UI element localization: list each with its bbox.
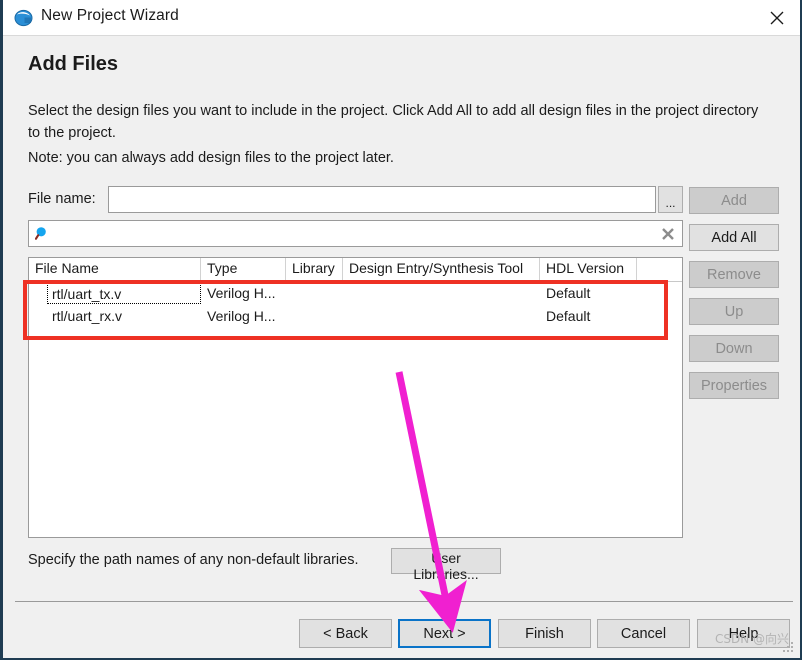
- add-all-button[interactable]: Add All: [689, 224, 779, 251]
- cell-hdl-version: Default: [546, 308, 591, 324]
- resize-grip-icon[interactable]: [783, 641, 795, 653]
- table-row[interactable]: rtl/uart_rx.v Verilog H... Default: [29, 305, 682, 328]
- clear-icon[interactable]: [659, 225, 677, 243]
- properties-button[interactable]: Properties: [689, 372, 779, 399]
- next-button[interactable]: Next >: [398, 619, 491, 648]
- down-button[interactable]: Down: [689, 335, 779, 362]
- user-libraries-label: Specify the path names of any non-defaul…: [28, 552, 359, 568]
- cell-file-name[interactable]: rtl/uart_rx.v: [29, 306, 201, 327]
- file-name-input[interactable]: [108, 186, 656, 213]
- window-title: New Project Wizard: [41, 7, 179, 24]
- footer-separator: [15, 601, 793, 602]
- column-header-design-entry[interactable]: Design Entry/Synthesis Tool: [343, 258, 540, 281]
- cancel-button[interactable]: Cancel: [597, 619, 690, 648]
- browse-button[interactable]: ...: [658, 186, 683, 213]
- file-list-table[interactable]: File Name Type Library Design Entry/Synt…: [28, 257, 683, 538]
- cell-design-entry: [343, 306, 540, 327]
- file-name-label: File name:: [28, 191, 96, 207]
- search-bar: [28, 220, 683, 247]
- cell-hdl-version: Default: [546, 285, 591, 301]
- quartus-globe-icon: [14, 8, 34, 28]
- cell-file-name[interactable]: rtl/uart_tx.v: [47, 283, 201, 304]
- search-icon: [34, 226, 51, 242]
- user-libraries-button[interactable]: User Libraries...: [391, 548, 501, 582]
- cell-type: Verilog H...: [207, 285, 276, 301]
- remove-button[interactable]: Remove: [689, 261, 779, 288]
- page-description-1: Select the design files you want to incl…: [28, 103, 759, 141]
- back-button[interactable]: < Back: [299, 619, 392, 648]
- add-button[interactable]: Add: [689, 187, 779, 214]
- title-bar: New Project Wizard: [3, 0, 800, 36]
- column-header-file-name[interactable]: File Name: [29, 258, 201, 281]
- watermark: CSDN @向兴: [715, 632, 790, 646]
- search-input[interactable]: [57, 222, 647, 245]
- column-header-hdl-version[interactable]: HDL Version: [540, 258, 637, 281]
- page-description-2: Note: you can always add design files to…: [28, 150, 394, 166]
- close-icon[interactable]: [754, 0, 800, 35]
- finish-button[interactable]: Finish: [498, 619, 591, 648]
- table-row[interactable]: rtl/uart_tx.v Verilog H... Default: [29, 282, 682, 305]
- cell-library: [286, 283, 343, 304]
- up-button[interactable]: Up: [689, 298, 779, 325]
- column-header-type[interactable]: Type: [201, 258, 286, 281]
- cell-type: Verilog H...: [207, 308, 276, 324]
- column-header-library[interactable]: Library: [286, 258, 343, 281]
- new-project-wizard-dialog: New Project Wizard Add Files Select the …: [0, 0, 802, 660]
- page-title: Add Files: [28, 53, 119, 75]
- cell-library: [286, 306, 343, 327]
- table-header-row: File Name Type Library Design Entry/Synt…: [29, 258, 682, 282]
- cell-design-entry: [343, 283, 540, 304]
